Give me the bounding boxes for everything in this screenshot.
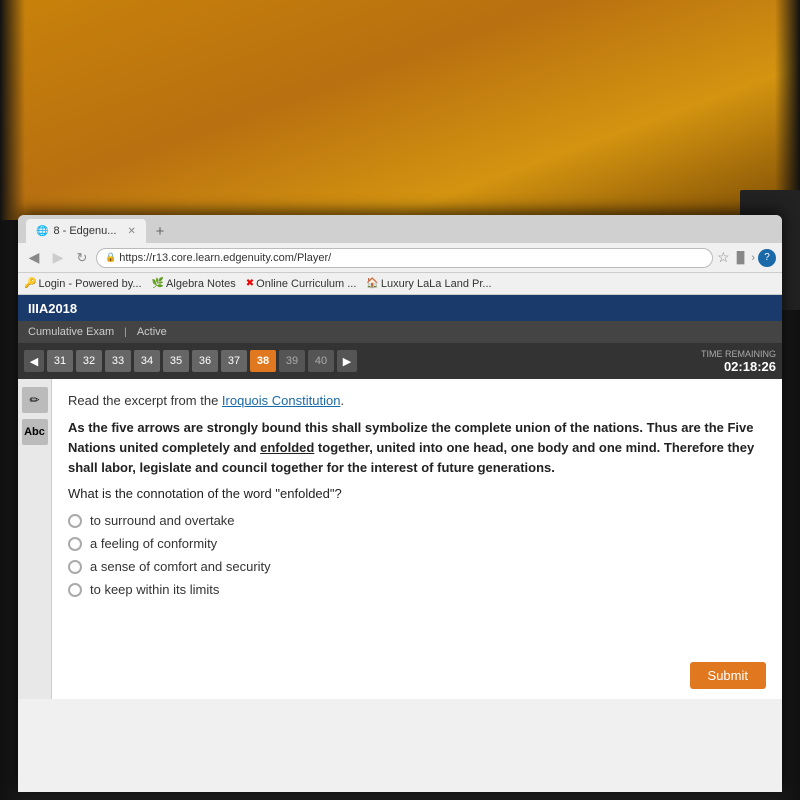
browser-menu-icon[interactable]: ? <box>758 249 776 267</box>
option-2[interactable]: a feeling of conformity <box>68 536 766 551</box>
answer-options: to surround and overtake a feeling of co… <box>68 513 766 597</box>
question-btn-31[interactable]: 31 <box>47 350 73 372</box>
question-btn-38-active[interactable]: 38 <box>250 350 276 372</box>
option-4[interactable]: to keep within its limits <box>68 582 766 597</box>
question-content: Read the excerpt from the Iroquois Const… <box>52 379 782 699</box>
question-btn-36[interactable]: 36 <box>192 350 218 372</box>
bookmarks-bar: 🔑 Login - Powered by... 🌿 Algebra Notes … <box>18 273 782 295</box>
submit-button[interactable]: Submit <box>690 662 766 689</box>
exam-label: Cumulative Exam <box>28 326 114 338</box>
app-title: IIIA2018 <box>28 301 77 316</box>
questions-next-button[interactable]: ▶ <box>337 350 357 372</box>
address-bar: ◀ ▶ ↻ 🔒 https://r13.core.learn.edgenuity… <box>18 243 782 273</box>
tab-favicon: 🌐 <box>36 226 48 237</box>
question-btn-34[interactable]: 34 <box>134 350 160 372</box>
bookmark-luxury[interactable]: 🏠 Luxury LaLa Land Pr... <box>366 278 491 290</box>
tab-close-icon[interactable]: ✕ <box>127 226 135 237</box>
bookmark-online[interactable]: ✖ Online Curriculum ... <box>246 278 357 290</box>
submit-area: Submit <box>690 662 766 689</box>
question-btn-35[interactable]: 35 <box>163 350 189 372</box>
bookmark-login-icon: 🔑 <box>24 278 36 289</box>
question-text: What is the connotation of the word "enf… <box>68 486 766 501</box>
separator: | <box>124 327 127 338</box>
excerpt-intro: Read the excerpt from the Iroquois Const… <box>68 393 766 408</box>
bookmark-algebra[interactable]: 🌿 Algebra Notes <box>152 278 236 290</box>
tab-label: 8 - Edgenu... <box>53 225 116 237</box>
exam-status: Active <box>137 326 167 338</box>
url-text: https://r13.core.learn.edgenuity.com/Pla… <box>119 252 331 264</box>
option-3[interactable]: a sense of comfort and security <box>68 559 766 574</box>
abc-tool-button[interactable]: Abc <box>22 419 48 445</box>
question-btn-39[interactable]: 39 <box>279 350 305 372</box>
questions-prev-button[interactable]: ◀ <box>24 350 44 372</box>
back-button[interactable]: ◀ <box>24 248 44 268</box>
reload-button[interactable]: ↻ <box>72 248 92 268</box>
app-header: IIIA2018 <box>18 295 782 321</box>
lock-icon: 🔒 <box>105 252 116 263</box>
question-toolbar: ◀ 31 32 33 34 35 36 37 38 39 40 ▶ TIME R… <box>18 343 782 379</box>
bookmark-algebra-icon: 🌿 <box>152 278 164 289</box>
radio-1[interactable] <box>68 514 82 528</box>
time-remaining-label: TIME REMAINING <box>701 349 776 359</box>
tab-bar: 🌐 8 - Edgenu... ✕ + <box>18 215 782 243</box>
option-1[interactable]: to surround and overtake <box>68 513 766 528</box>
radio-4[interactable] <box>68 583 82 597</box>
question-btn-33[interactable]: 33 <box>105 350 131 372</box>
bookmark-online-icon: ✖ <box>246 278 254 289</box>
enfolded-word: enfolded <box>260 440 314 455</box>
active-tab[interactable]: 🌐 8 - Edgenu... ✕ <box>26 219 146 243</box>
star-icon[interactable]: ☆ <box>717 249 730 266</box>
question-btn-40[interactable]: 40 <box>308 350 334 372</box>
tool-sidebar: ✏ Abc <box>18 379 52 699</box>
bookmark-login[interactable]: 🔑 Login - Powered by... <box>24 278 142 290</box>
radio-2[interactable] <box>68 537 82 551</box>
question-btn-32[interactable]: 32 <box>76 350 102 372</box>
passage-text: As the five arrows are strongly bound th… <box>68 418 766 478</box>
forward-button[interactable]: ▶ <box>48 248 68 268</box>
content-area: ✏ Abc Read the excerpt from the Iroquois… <box>18 379 782 699</box>
pencil-tool-button[interactable]: ✏ <box>22 387 48 413</box>
url-input[interactable]: 🔒 https://r13.core.learn.edgenuity.com/P… <box>96 248 713 268</box>
extension-icon-2: › <box>751 252 755 264</box>
radio-3[interactable] <box>68 560 82 574</box>
exam-header: Cumulative Exam | Active <box>18 321 782 343</box>
iroquois-link[interactable]: Iroquois Constitution <box>222 393 341 408</box>
time-remaining-value: 02:18:26 <box>701 359 776 374</box>
extension-icon-1: ▐▌ <box>733 252 749 264</box>
new-tab-button[interactable]: + <box>149 220 171 242</box>
bookmark-luxury-icon: 🏠 <box>366 278 378 289</box>
question-btn-37[interactable]: 37 <box>221 350 247 372</box>
